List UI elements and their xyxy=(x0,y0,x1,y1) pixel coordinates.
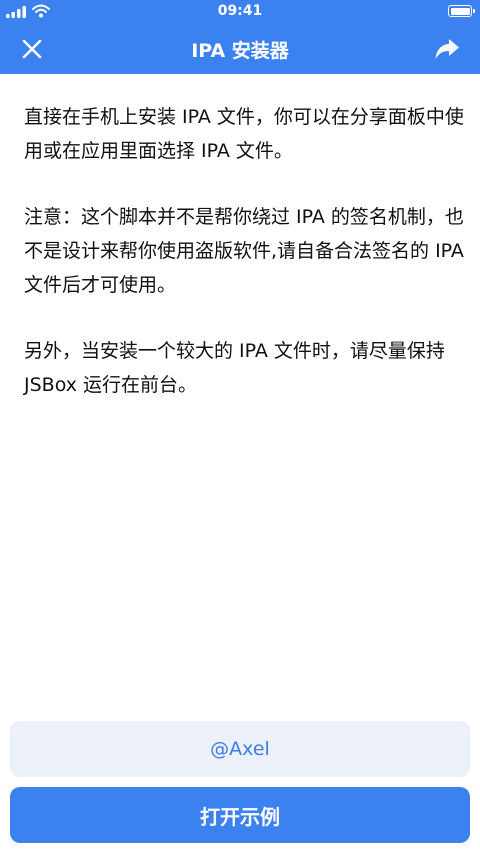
top-bar: 09:41 IPA 安装器 xyxy=(0,0,480,74)
description-paragraph: 直接在手机上安装 IPA 文件，你可以在分享面板中使用或在应用里面选择 IPA … xyxy=(24,106,464,162)
share-arrow-icon[interactable] xyxy=(434,36,460,62)
tip-paragraph: 另外，当安装一个较大的 IPA 文件时，请尽量保持 JSBox 运行在前台。 xyxy=(24,340,445,396)
open-example-label: 打开示例 xyxy=(200,804,280,829)
close-icon[interactable] xyxy=(20,37,44,61)
page-title: IPA 安装器 xyxy=(191,40,289,62)
description-text: 直接在手机上安装 IPA 文件，你可以在分享面板中使用或在应用里面选择 IPA … xyxy=(24,100,464,434)
author-label: @Axel xyxy=(210,738,270,760)
status-time: 09:41 xyxy=(217,3,263,19)
open-example-button[interactable]: 打开示例 xyxy=(10,787,470,843)
author-link[interactable]: @Axel xyxy=(10,721,470,777)
warning-paragraph: 注意：这个脚本并不是帮你绕过 IPA 的签名机制，也不是设计来帮你使用盗版软件,… xyxy=(24,206,464,296)
battery-icon xyxy=(448,5,475,17)
navigation-bar: IPA 安装器 xyxy=(0,24,480,74)
status-bar: 09:41 xyxy=(0,0,480,24)
